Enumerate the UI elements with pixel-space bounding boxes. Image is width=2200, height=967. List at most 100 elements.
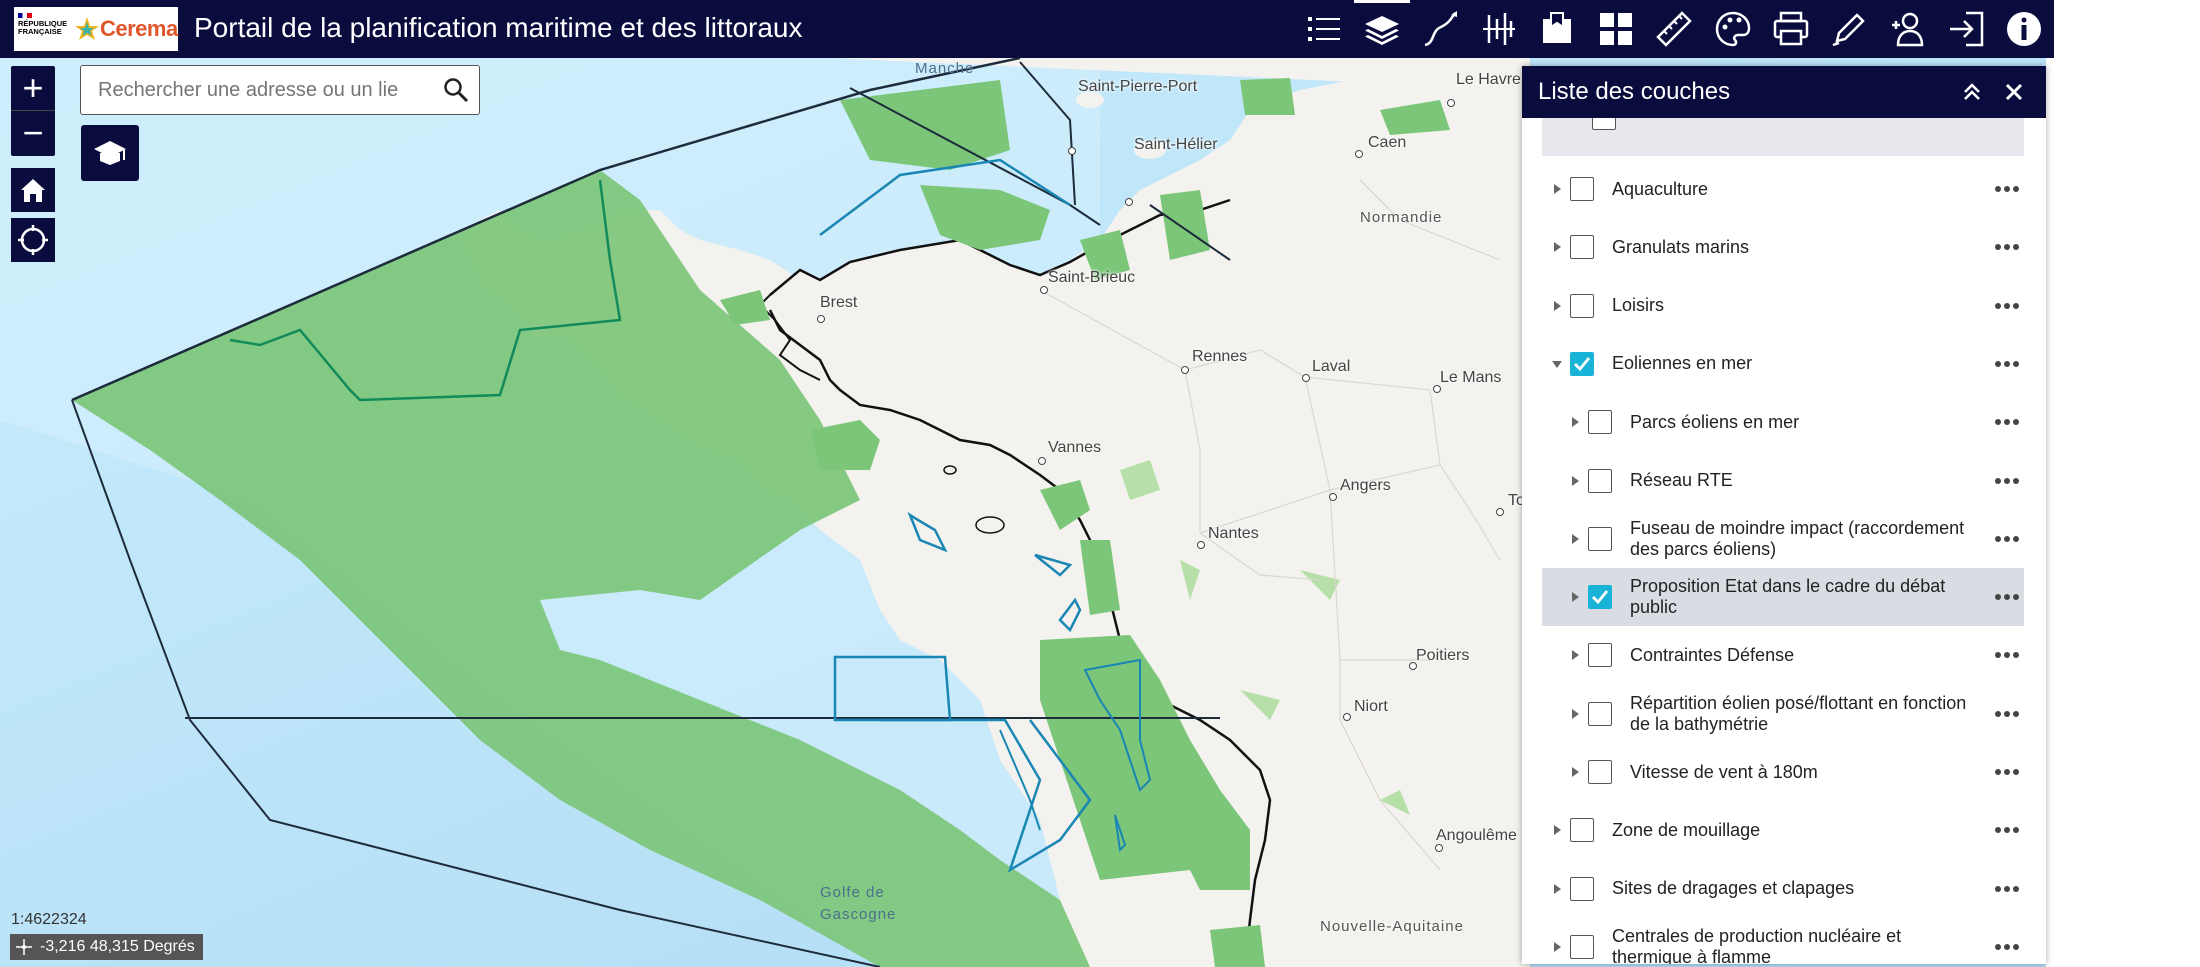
layer-checkbox[interactable]: [1588, 526, 1612, 551]
layer-row[interactable]: Granulats marins: [1542, 218, 2024, 276]
home-button[interactable]: [11, 168, 55, 212]
draw-line-button[interactable]: [1413, 0, 1469, 58]
search-icon[interactable]: [443, 77, 469, 103]
graduation-cap-button[interactable]: [81, 125, 139, 181]
logo: RÉPUBLIQUE FRANÇAISE Cerema: [14, 7, 178, 51]
flag-icon: [18, 13, 32, 18]
caret-right-icon[interactable]: [1552, 940, 1562, 954]
bookmark-add-button[interactable]: [1529, 0, 1585, 58]
search-input[interactable]: [98, 78, 438, 102]
caret-down-icon[interactable]: [1552, 357, 1562, 371]
print-button[interactable]: [1763, 0, 1819, 58]
layer-checkbox[interactable]: [1570, 818, 1594, 843]
layer-row[interactable]: Contraintes Défense: [1542, 626, 2024, 684]
layer-checkbox[interactable]: [1588, 643, 1612, 668]
more-options-icon[interactable]: [1995, 414, 2021, 430]
map-label-angers: Angers: [1340, 477, 1391, 494]
measure-profile-button[interactable]: [1471, 0, 1527, 58]
style-palette-button[interactable]: [1705, 0, 1761, 58]
layer-checkbox[interactable]: [1570, 177, 1594, 201]
more-options-icon[interactable]: [1995, 181, 2021, 197]
cerema-logo-text: Cerema: [100, 16, 178, 41]
login-button[interactable]: [1938, 0, 1994, 58]
layer-checkbox[interactable]: [1570, 351, 1594, 376]
more-options-icon[interactable]: [1995, 298, 2021, 314]
caret-right-icon[interactable]: [1552, 182, 1562, 196]
layer-row-partial[interactable]: [1542, 118, 2024, 156]
layer-row[interactable]: Zone de mouillage: [1542, 801, 2024, 859]
more-options-icon[interactable]: [1995, 647, 2021, 663]
caret-right-icon[interactable]: [1570, 648, 1580, 662]
caret-right-icon[interactable]: [1552, 299, 1562, 313]
add-user-button[interactable]: [1880, 0, 1936, 58]
caret-right-icon[interactable]: [1552, 823, 1562, 837]
zoom-out-button[interactable]: −: [11, 110, 55, 154]
layer-row[interactable]: Aquaculture: [1542, 160, 2024, 218]
layer-label: Proposition Etat dans le cadre du débat …: [1630, 576, 1946, 618]
panel-header: Liste des couches: [1522, 66, 2046, 118]
caret-right-icon[interactable]: [1570, 532, 1580, 546]
more-options-icon[interactable]: [1995, 356, 2021, 372]
layer-row[interactable]: Parcs éoliens en mer: [1542, 393, 2024, 451]
layer-checkbox[interactable]: [1588, 410, 1612, 435]
legend-list-button[interactable]: [1296, 0, 1352, 58]
map-label-manche: Manche: [915, 60, 975, 77]
ruler-button[interactable]: [1646, 0, 1702, 58]
layers-button[interactable]: [1354, 0, 1410, 58]
zoom-in-button[interactable]: +: [11, 66, 55, 110]
more-options-icon[interactable]: [1995, 706, 2021, 722]
layer-checkbox[interactable]: [1588, 701, 1612, 726]
layer-row[interactable]: Vitesse de vent à 180m: [1542, 743, 2024, 801]
caret-right-icon[interactable]: [1570, 765, 1580, 779]
layer-checkbox[interactable]: [1588, 468, 1612, 493]
caret-right-icon[interactable]: [1552, 882, 1562, 896]
more-options-icon[interactable]: [1995, 822, 2021, 838]
layer-checkbox[interactable]: [1592, 118, 1616, 130]
basemap-gallery-button[interactable]: [1588, 0, 1644, 58]
layer-checkbox[interactable]: [1588, 585, 1612, 610]
layer-checkbox[interactable]: [1570, 934, 1594, 959]
city-dot-tours: [1496, 508, 1504, 516]
info-button[interactable]: [1996, 0, 2052, 58]
check-icon: [1592, 590, 1609, 605]
more-options-icon[interactable]: [1995, 881, 2021, 897]
city-dot-laval: [1302, 374, 1310, 382]
layer-row[interactable]: Loisirs: [1542, 277, 2024, 335]
layer-row[interactable]: Sites de dragages et clapages: [1542, 860, 2024, 918]
layer-row[interactable]: Fuseau de moindre impact (raccordement d…: [1542, 510, 2024, 568]
layer-row[interactable]: Eoliennes en mer: [1542, 335, 2024, 393]
collapse-icon[interactable]: [1960, 80, 1984, 104]
coordinates-display[interactable]: -3,216 48,315 Degrés: [10, 934, 203, 960]
map-label-rennes: Rennes: [1192, 348, 1248, 365]
layer-row[interactable]: Répartition éolien posé/flottant en fonc…: [1542, 685, 2024, 743]
more-options-icon[interactable]: [1995, 531, 2021, 547]
layer-checkbox[interactable]: [1570, 876, 1594, 901]
more-options-icon[interactable]: [1995, 473, 2021, 489]
layer-checkbox[interactable]: [1570, 293, 1594, 318]
edit-button[interactable]: [1821, 0, 1877, 58]
map-label-brest: Brest: [820, 294, 858, 311]
layer-row[interactable]: Proposition Etat dans le cadre du débat …: [1542, 568, 2024, 627]
layer-row[interactable]: Centrales de production nucléaire et the…: [1542, 918, 2024, 964]
layer-label: Répartition éolien posé/flottant en fonc…: [1630, 692, 1967, 734]
zoom-control: + −: [11, 66, 55, 156]
caret-right-icon[interactable]: [1552, 240, 1562, 254]
layer-row[interactable]: Réseau RTE: [1542, 452, 2024, 510]
layer-checkbox[interactable]: [1570, 235, 1594, 260]
more-options-icon[interactable]: [1995, 239, 2021, 255]
more-options-icon[interactable]: [1995, 589, 2021, 605]
more-options-icon[interactable]: [1995, 764, 2021, 780]
caret-right-icon[interactable]: [1570, 474, 1580, 488]
layer-checkbox[interactable]: [1588, 760, 1612, 784]
caret-right-icon[interactable]: [1570, 590, 1580, 604]
graduation-cap-icon: [94, 141, 126, 165]
pen-icon: [1832, 13, 1865, 47]
caret-right-icon[interactable]: [1570, 415, 1580, 429]
panel-title: Liste des couches: [1538, 78, 1731, 105]
more-options-icon[interactable]: [1995, 939, 2021, 955]
caret-right-icon[interactable]: [1570, 707, 1580, 721]
close-icon[interactable]: [2002, 80, 2026, 104]
map-label-nantes: Nantes: [1208, 525, 1259, 542]
locate-button[interactable]: [11, 218, 55, 262]
cerema-logo: Cerema: [74, 16, 178, 42]
